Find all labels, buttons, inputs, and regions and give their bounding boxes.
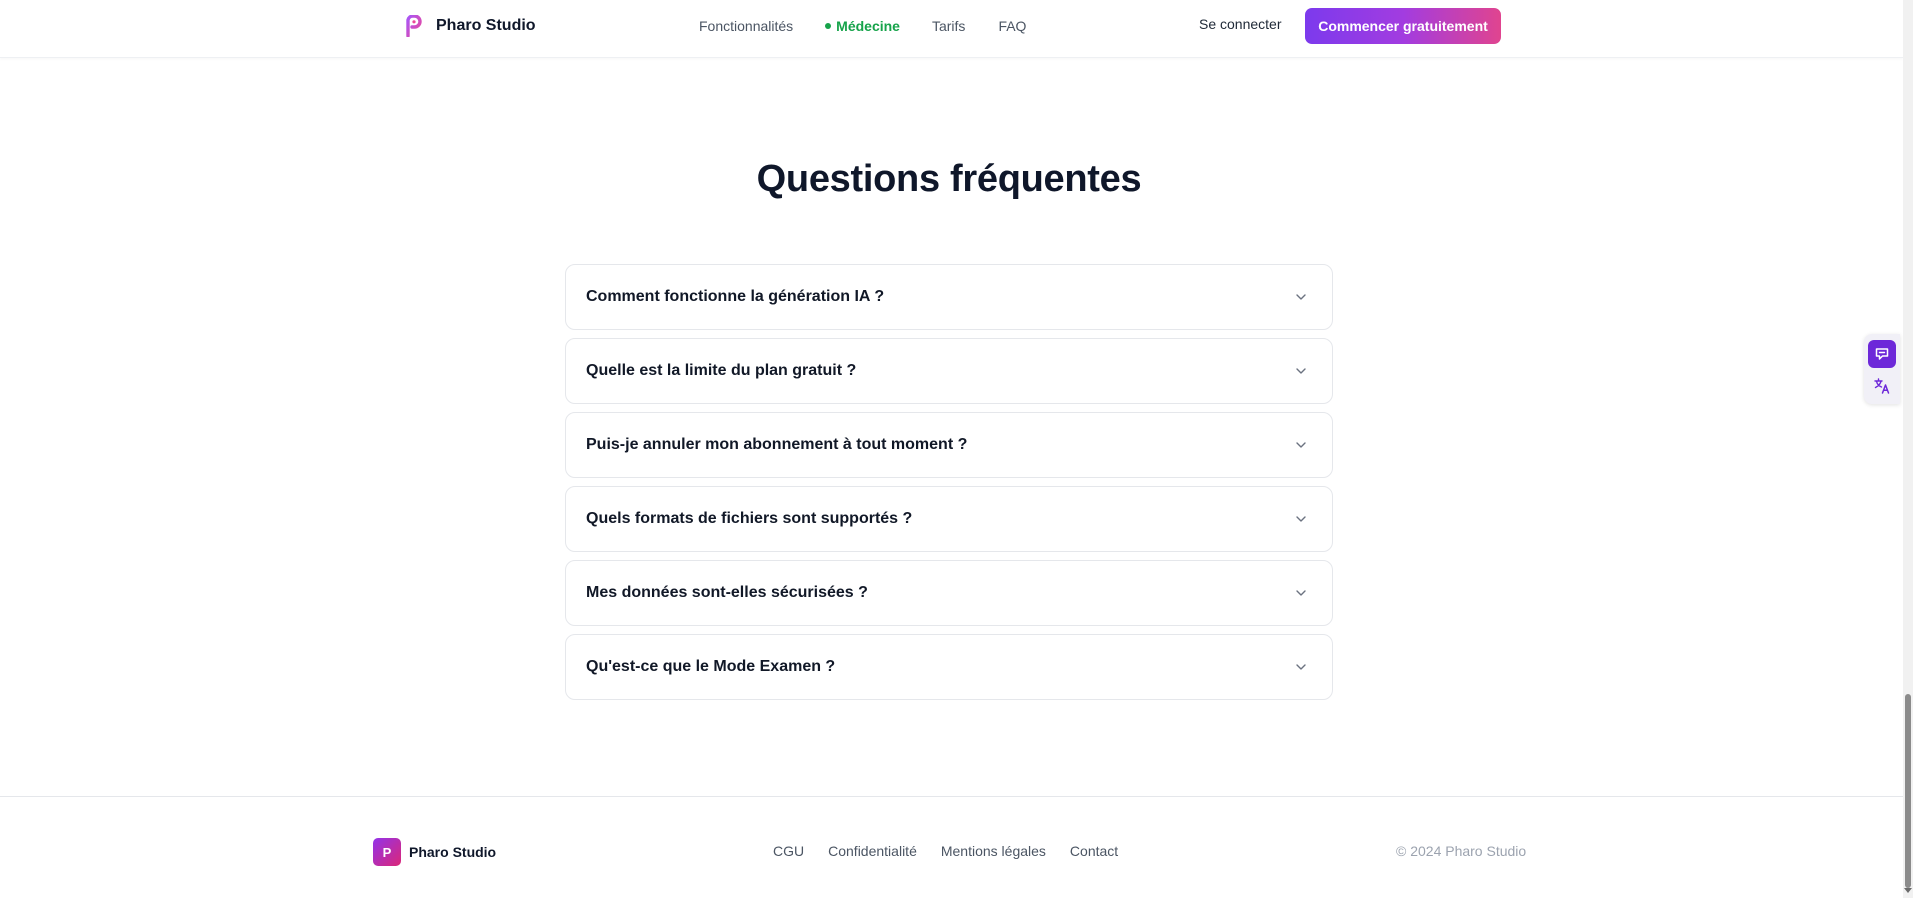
chevron-down-icon bbox=[1296, 294, 1306, 300]
faq-question: Qu'est-ce que le Mode Examen ? bbox=[586, 658, 836, 675]
faq-question: Comment fonctionne la génération IA ? bbox=[586, 288, 885, 305]
faq-question: Mes données sont-elles sécurisées ? bbox=[586, 584, 868, 601]
scrollbar-thumb[interactable] bbox=[1905, 694, 1911, 888]
brand[interactable]: Pharo Studio bbox=[404, 14, 536, 38]
nav-item-medecine-label: Médecine bbox=[836, 18, 900, 34]
top-navbar: Pharo Studio Fonctionnalités Médecine Ta… bbox=[0, 0, 1903, 58]
faq-item[interactable]: Quels formats de fichiers sont supportés… bbox=[565, 486, 1333, 552]
footer-brand-name: Pharo Studio bbox=[409, 844, 497, 860]
floating-extension-widget bbox=[1864, 334, 1900, 404]
chevron-down-icon bbox=[1296, 368, 1306, 374]
pharo-logo-icon bbox=[406, 15, 422, 37]
copyright-text: © 2024 Pharo Studio bbox=[1396, 843, 1527, 859]
footer-logo-badge: P bbox=[373, 838, 401, 866]
faq-list: Comment fonctionne la génération IA ? Qu… bbox=[565, 264, 1333, 708]
faq-question: Quels formats de fichiers sont supportés… bbox=[586, 510, 913, 527]
chevron-down-icon bbox=[1296, 664, 1306, 670]
footer-links: CGU Confidentialité Mentions légales Con… bbox=[773, 843, 1118, 859]
faq-question: Quelle est la limite du plan gratuit ? bbox=[586, 362, 857, 379]
faq-item[interactable]: Comment fonctionne la génération IA ? bbox=[565, 264, 1333, 330]
active-dot-icon bbox=[825, 23, 832, 29]
faq-title: Questions fréquentes bbox=[756, 158, 1142, 200]
nav-item-faq[interactable]: FAQ bbox=[998, 18, 1026, 34]
chevron-down-icon bbox=[1296, 516, 1306, 522]
footer-link-cgu[interactable]: CGU bbox=[773, 843, 804, 859]
brand-name: Pharo Studio bbox=[436, 17, 536, 34]
translate-widget-button[interactable] bbox=[1868, 372, 1896, 400]
nav-item-medecine[interactable]: Médecine bbox=[825, 18, 900, 34]
main-nav: Fonctionnalités Médecine Tarifs FAQ bbox=[699, 16, 1026, 36]
faq-item[interactable]: Qu'est-ce que le Mode Examen ? bbox=[565, 634, 1333, 700]
message-icon bbox=[1875, 348, 1889, 360]
nav-item-fonctionnalites[interactable]: Fonctionnalités bbox=[699, 18, 793, 34]
footer: P Pharo Studio CGU Confidentialité Menti… bbox=[0, 796, 1903, 898]
translate-icon bbox=[1874, 378, 1890, 394]
nav-item-tarifs[interactable]: Tarifs bbox=[932, 18, 965, 34]
chevron-down-icon bbox=[1296, 590, 1306, 596]
login-link[interactable]: Se connecter bbox=[1199, 16, 1282, 32]
scroll-down-arrow-icon[interactable] bbox=[1904, 888, 1912, 893]
footer-link-confidentialite[interactable]: Confidentialité bbox=[828, 843, 917, 859]
start-free-button[interactable]: Commencer gratuitement bbox=[1305, 8, 1501, 44]
footer-link-contact[interactable]: Contact bbox=[1070, 843, 1118, 859]
footer-link-mentions-legales[interactable]: Mentions légales bbox=[941, 843, 1046, 859]
message-widget-button[interactable] bbox=[1868, 340, 1896, 368]
chevron-down-icon bbox=[1296, 442, 1306, 448]
footer-brand[interactable]: P Pharo Studio bbox=[373, 838, 496, 866]
faq-item[interactable]: Quelle est la limite du plan gratuit ? bbox=[565, 338, 1333, 404]
faq-item[interactable]: Mes données sont-elles sécurisées ? bbox=[565, 560, 1333, 626]
faq-item[interactable]: Puis-je annuler mon abonnement à tout mo… bbox=[565, 412, 1333, 478]
faq-question: Puis-je annuler mon abonnement à tout mo… bbox=[586, 436, 968, 453]
